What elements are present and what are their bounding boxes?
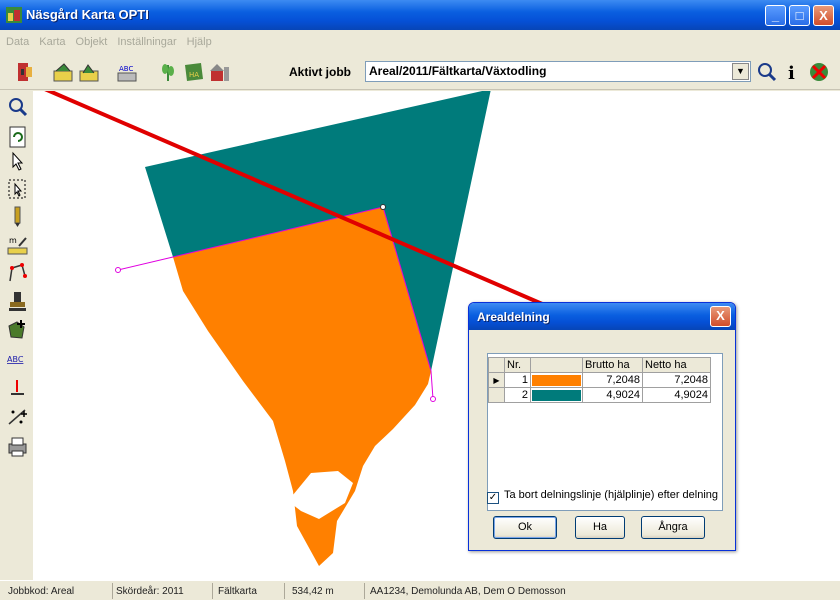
window-title: Näsgård Karta OPTI	[26, 7, 149, 22]
text-abc-label: ABC	[119, 65, 133, 73]
split-line-icon[interactable]	[7, 406, 28, 428]
zoom-icon[interactable]	[756, 61, 778, 83]
toolbar: ABC HA Aktivt jobb Areal/2011/Fältkarta/…	[0, 52, 840, 90]
row-nr: 1	[504, 372, 531, 388]
status-measure: 534,42 m	[292, 586, 334, 597]
status-map: Fältkarta	[218, 586, 257, 597]
active-job-label: Aktivt jobb	[289, 65, 351, 79]
status-divider	[112, 583, 113, 599]
area-grid[interactable]: Nr. Brutto ha Netto ha ▶ 1 7,2048 7,2048…	[487, 353, 723, 511]
measure-icon[interactable]: m	[7, 234, 28, 256]
row-indicator	[488, 387, 505, 403]
arealdelning-dialog: Arealdelning X Nr. Brutto ha Netto ha ▶ …	[468, 302, 736, 551]
refresh-icon[interactable]	[7, 126, 28, 148]
exit-icon[interactable]	[14, 61, 36, 83]
dialog-titlebar: Arealdelning X	[469, 303, 735, 330]
vertex-edit-icon[interactable]	[7, 262, 28, 284]
info-icon[interactable]: i	[781, 61, 803, 83]
row-netto: 4,9024	[642, 387, 711, 403]
stamp-icon[interactable]	[7, 290, 28, 312]
menu-objekt[interactable]: Objekt	[70, 30, 112, 48]
pencil-icon[interactable]	[7, 206, 28, 228]
checkbox-label: Ta bort delningslinje (hjälplinje) efter…	[504, 489, 719, 501]
minimize-button[interactable]: _	[765, 5, 786, 26]
menu-karta[interactable]: Karta	[33, 30, 69, 48]
menu-data[interactable]: Data	[0, 30, 33, 48]
measure-label: m	[9, 236, 17, 245]
helper-vertex[interactable]	[380, 204, 386, 210]
print-icon[interactable]	[7, 436, 28, 458]
app-icon	[6, 7, 22, 23]
helper-vertex[interactable]	[115, 267, 121, 273]
table-row[interactable]: ▶ 1 7,2048 7,2048	[488, 372, 711, 388]
remove-helper-line-option[interactable]: ✓ Ta bort delningslinje (hjälplinje) efte…	[487, 489, 718, 504]
row-netto: 7,2048	[642, 372, 711, 388]
text-icon[interactable]: ABC	[7, 348, 28, 370]
field-orange-polygon[interactable]	[173, 207, 431, 566]
info-label: i	[788, 63, 795, 83]
zoom-icon[interactable]	[7, 96, 28, 118]
helper-vertex[interactable]	[430, 396, 436, 402]
ha-label: HA	[189, 71, 199, 79]
status-divider	[212, 583, 213, 599]
status-divider	[284, 583, 285, 599]
status-jobbkod: Jobbkod: Areal	[8, 586, 75, 597]
undo-button[interactable]: Ångra	[641, 516, 705, 539]
add-object-icon[interactable]	[7, 318, 28, 340]
status-owner: AA1234, Demolunda AB, Dem O Demosson	[370, 586, 566, 597]
col-nr[interactable]: Nr.	[504, 357, 531, 373]
grid-corner	[488, 357, 505, 373]
chevron-down-icon[interactable]: ▼	[732, 63, 749, 80]
menu-hjalp[interactable]: Hjälp	[181, 30, 216, 48]
row-indicator-icon: ▶	[488, 372, 505, 388]
window-close-button[interactable]: X	[813, 5, 834, 26]
status-skordear: Skördeår: 2011	[116, 586, 184, 597]
dialog-close-button[interactable]: X	[710, 306, 731, 327]
row-color-swatch	[530, 372, 583, 388]
select-area-icon[interactable]	[7, 178, 28, 200]
row-brutto: 4,9024	[582, 387, 643, 403]
col-brutto[interactable]: Brutto ha	[582, 357, 643, 373]
maximize-button[interactable]: □	[789, 5, 810, 26]
row-brutto: 7,2048	[582, 372, 643, 388]
text-abc-icon[interactable]: ABC	[116, 61, 138, 83]
left-toolbar: m ABC	[0, 90, 32, 580]
col-color[interactable]	[530, 357, 583, 373]
remove-helper-line-checkbox[interactable]: ✓	[487, 492, 499, 504]
text-tool-label: ABC	[7, 355, 24, 364]
ha-button[interactable]: Ha	[575, 516, 625, 539]
close-job-icon[interactable]	[808, 61, 830, 83]
menu-installningar[interactable]: Inställningar	[111, 30, 180, 48]
ha-field-icon[interactable]: HA	[183, 61, 205, 83]
status-divider	[364, 583, 365, 599]
edit-map-icon[interactable]	[52, 61, 74, 83]
table-row[interactable]: 2 4,9024 4,9024	[488, 387, 711, 403]
ok-button[interactable]: Ok	[493, 516, 557, 539]
layer-icon[interactable]	[78, 61, 100, 83]
point-icon[interactable]	[7, 378, 28, 400]
menubar: Data Karta Objekt Inställningar Hjälp	[0, 30, 840, 52]
row-color-swatch	[530, 387, 583, 403]
row-nr: 2	[504, 387, 531, 403]
window-titlebar: Näsgård Karta OPTI _ □ X	[0, 0, 840, 30]
select-arrow-icon[interactable]	[7, 150, 28, 172]
farm-icon[interactable]	[209, 61, 231, 83]
statusbar: Jobbkod: Areal Skördeår: 2011 Fältkarta …	[0, 580, 840, 600]
crop-icon[interactable]	[157, 61, 179, 83]
active-job-value: Areal/2011/Fältkarta/Växtodling	[369, 64, 547, 78]
active-job-select[interactable]: Areal/2011/Fältkarta/Växtodling ▼	[365, 61, 751, 82]
dialog-title: Arealdelning	[477, 310, 550, 324]
col-netto[interactable]: Netto ha	[642, 357, 711, 373]
area-table: Nr. Brutto ha Netto ha ▶ 1 7,2048 7,2048…	[488, 357, 711, 403]
